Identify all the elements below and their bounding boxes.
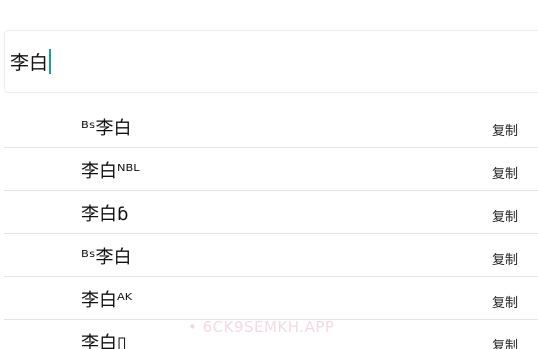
- result-text: 李白ᴬᴷ: [81, 290, 133, 311]
- copy-button[interactable]: 复制: [492, 163, 518, 182]
- list-item: 李白ɓ 复制: [4, 191, 538, 234]
- watermark: • 6CK9SEMKH.APP: [188, 318, 335, 336]
- result-text: ᴮˢ李白: [81, 247, 132, 268]
- list-item: 李白ᴬᴷ 复制: [4, 277, 538, 320]
- search-input[interactable]: 李白: [4, 30, 538, 93]
- copy-button[interactable]: 复制: [492, 335, 518, 349]
- search-input-value[interactable]: 李白: [10, 48, 48, 75]
- nickname-generator-page: 李白 ᴮˢ李白 复制 李白ᴺᴮᴸ 复制 李白ɓ 复制 ᴮˢ李白 复制 李白ᴬᴷ …: [0, 0, 538, 349]
- copy-button[interactable]: 复制: [492, 120, 518, 139]
- result-text: 李白▯: [81, 333, 127, 349]
- result-text: 李白ɓ: [81, 204, 129, 225]
- copy-button[interactable]: 复制: [492, 206, 518, 225]
- text-cursor: [49, 49, 52, 74]
- list-item: ᴮˢ李白 复制: [4, 105, 538, 148]
- result-text: 李白ᴺᴮᴸ: [81, 161, 140, 182]
- list-item: 李白ᴺᴮᴸ 复制: [4, 148, 538, 191]
- list-item: ᴮˢ李白 复制: [4, 234, 538, 277]
- result-text: ᴮˢ李白: [81, 118, 132, 139]
- copy-button[interactable]: 复制: [492, 249, 518, 268]
- copy-button[interactable]: 复制: [492, 292, 518, 311]
- result-list: ᴮˢ李白 复制 李白ᴺᴮᴸ 复制 李白ɓ 复制 ᴮˢ李白 复制 李白ᴬᴷ 复制 …: [4, 105, 538, 349]
